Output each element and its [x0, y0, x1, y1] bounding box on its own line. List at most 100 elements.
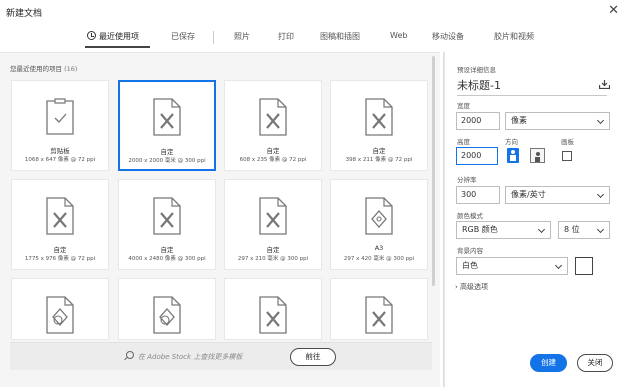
preset-card[interactable]: [330, 278, 428, 340]
preset-card[interactable]: 剪贴板 1068 x 647 像素 @ 72 ppi: [11, 80, 109, 171]
tab-photo[interactable]: 照片: [234, 31, 250, 42]
preset-card[interactable]: 自定 608 x 235 像素 @ 72 ppi: [224, 80, 322, 171]
preset-card[interactable]: 自定 297 x 210 毫米 @ 300 ppi: [224, 179, 322, 270]
close-icon[interactable]: ✕: [608, 3, 619, 18]
chevron-down-icon: [554, 261, 563, 270]
window-title: 新建文档: [6, 9, 43, 19]
tab-recent[interactable]: 最近使用项: [87, 31, 139, 42]
color-mode-label: 颜色模式: [457, 212, 483, 220]
tab-recent-label: 最近使用项: [99, 32, 139, 41]
color-mode-value: RGB 颜色: [462, 225, 498, 234]
custom-doc-icon: [364, 296, 394, 334]
preset-size: 2000 x 2000 毫米 @ 300 ppi: [128, 158, 206, 164]
height-label: 高度: [457, 138, 470, 146]
artboard-checkbox[interactable]: [562, 151, 572, 161]
preset-card[interactable]: 自定 4000 x 2480 像素 @ 300 ppi: [118, 179, 216, 270]
presets-scrollbar[interactable]: [432, 56, 435, 286]
preset-name: 自定: [266, 147, 280, 155]
preset-name: 自定: [160, 148, 174, 156]
portrait-icon: [510, 150, 516, 161]
landscape-orientation-button[interactable]: [530, 148, 545, 163]
orientation-label: 方向: [505, 138, 518, 146]
shapes-doc-icon: [45, 296, 75, 334]
go-button[interactable]: 前往: [290, 348, 336, 366]
stock-search-input[interactable]: 在 Adobe Stock 上查找更多模板: [138, 352, 242, 362]
active-tab-indicator: [85, 46, 150, 48]
search-icon: [126, 351, 134, 359]
custom-doc-icon: [258, 197, 288, 235]
chevron-down-icon: [596, 225, 605, 234]
advanced-options-toggle[interactable]: › 高级选项: [455, 282, 488, 292]
preset-name: 剪贴板: [50, 147, 70, 155]
background-color-swatch[interactable]: [575, 257, 593, 275]
tab-print[interactable]: 打印: [278, 31, 294, 42]
preset-details-header: 预设详细信息: [457, 66, 496, 74]
chevron-right-icon: ›: [455, 283, 458, 291]
width-input[interactable]: 2000: [456, 112, 500, 130]
custom-doc-icon: [152, 197, 182, 235]
document-name-input[interactable]: 未标题-1: [457, 77, 607, 96]
create-button[interactable]: 创建: [530, 354, 567, 372]
title-bar: 新建文档 ✕: [0, 0, 631, 24]
resolution-input[interactable]: 300: [456, 186, 500, 204]
custom-doc-icon: [258, 296, 288, 334]
background-dropdown[interactable]: 白色: [456, 257, 568, 275]
tab-art-illustration[interactable]: 图稿和插图: [320, 31, 360, 42]
recent-items-heading: 您最近使用的项目 (16): [10, 63, 77, 73]
preset-size: 297 x 210 毫米 @ 300 ppi: [237, 256, 309, 262]
preset-card[interactable]: 自定 2000 x 2000 毫米 @ 300 ppi: [118, 80, 216, 171]
clipboard-icon: [45, 98, 75, 136]
preset-name: 自定: [53, 246, 67, 254]
chevron-down-icon: [596, 116, 605, 125]
close-button[interactable]: 关闭: [577, 354, 613, 372]
recent-heading-text: 您最近使用的项目: [10, 65, 62, 73]
recent-count: (16): [64, 65, 78, 73]
clock-icon: [87, 31, 96, 40]
tab-web[interactable]: Web: [390, 31, 407, 40]
preset-card[interactable]: 自定 398 x 211 像素 @ 72 ppi: [330, 80, 428, 171]
background-label: 背景内容: [457, 247, 483, 255]
stock-search-bar: 在 Adobe Stock 上查找更多模板 前往: [10, 342, 432, 370]
advanced-options-label: 高级选项: [460, 283, 489, 291]
resolution-unit-value: 像素/英寸: [511, 190, 546, 199]
tab-separator: [213, 31, 214, 44]
preset-name: 自定: [372, 147, 386, 155]
preset-card[interactable]: [11, 278, 109, 340]
preset-size: 1775 x 976 像素 @ 72 ppi: [24, 256, 96, 262]
preset-size: 4000 x 2480 像素 @ 300 ppi: [128, 256, 206, 262]
color-mode-dropdown[interactable]: RGB 颜色: [456, 221, 551, 239]
custom-doc-icon: [364, 98, 394, 136]
background-value: 白色: [462, 261, 478, 270]
width-label: 宽度: [457, 102, 470, 110]
custom-doc-icon: [152, 98, 182, 136]
custom-doc-icon: [258, 98, 288, 136]
width-unit-dropdown[interactable]: 像素: [505, 112, 610, 130]
preset-card[interactable]: [118, 278, 216, 340]
resolution-unit-dropdown[interactable]: 像素/英寸: [505, 186, 610, 204]
preset-name: 自定: [266, 246, 280, 254]
save-preset-icon[interactable]: [599, 80, 610, 89]
preset-size: 1068 x 647 像素 @ 72 ppi: [24, 157, 96, 163]
preset-name: A3: [374, 244, 384, 252]
custom-doc-icon: [45, 197, 75, 235]
print-doc-icon: [364, 197, 394, 235]
preset-card[interactable]: [224, 278, 322, 340]
tab-film-video[interactable]: 胶片和视频: [494, 31, 534, 42]
height-input[interactable]: 2000: [456, 147, 498, 165]
chevron-down-icon: [537, 225, 546, 234]
preset-card[interactable]: A3 297 x 420 毫米 @ 300 ppi: [330, 179, 428, 270]
tab-saved[interactable]: 已保存: [171, 31, 195, 42]
preset-card[interactable]: 自定 1775 x 976 像素 @ 72 ppi: [11, 179, 109, 270]
tab-mobile[interactable]: 移动设备: [432, 31, 464, 42]
bit-depth-dropdown[interactable]: 8 位: [558, 221, 610, 239]
width-unit-value: 像素: [511, 116, 527, 125]
portrait-orientation-button[interactable]: [507, 148, 519, 163]
shapes-doc-icon: [152, 296, 182, 334]
landscape-icon: [535, 152, 540, 162]
preset-size: 297 x 420 毫米 @ 300 ppi: [343, 256, 415, 262]
preset-size: 608 x 235 像素 @ 72 ppi: [239, 157, 307, 163]
artboard-label: 画板: [561, 138, 574, 146]
preset-name: 自定: [160, 246, 174, 254]
resolution-label: 分辨率: [457, 176, 477, 184]
preset-size: 398 x 211 像素 @ 72 ppi: [345, 157, 413, 163]
